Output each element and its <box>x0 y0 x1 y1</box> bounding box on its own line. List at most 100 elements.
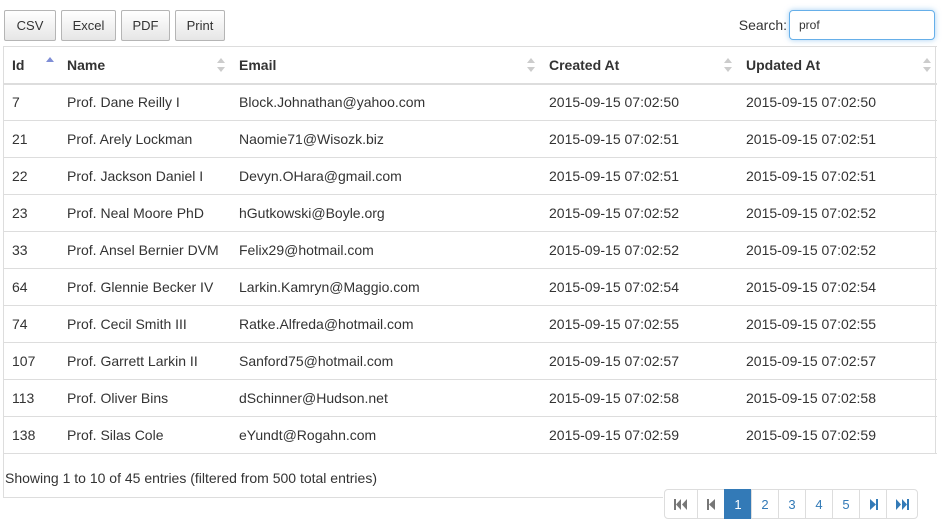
cell-email: dSchinner@Hudson.net <box>231 379 541 417</box>
cell-created-at: 2015-09-15 07:02:51 <box>541 157 738 195</box>
table-row: 113 Prof. Oliver Bins dSchinner@Hudson.net… <box>4 379 937 417</box>
cell-name: Prof. Arely Lockman <box>59 120 231 158</box>
table-row: 21 Prof. Arely Lockman Naomie71@Wisozk.biz… <box>4 120 937 158</box>
cell-created-at: 2015-09-15 07:02:50 <box>541 83 738 121</box>
sort-icon <box>217 57 225 72</box>
cell-email: Felix29@hotmail.com <box>231 231 541 269</box>
cell-email: Devyn.OHara@gmail.com <box>231 157 541 195</box>
cell-id: 138 <box>4 416 59 454</box>
column-header-created-at[interactable]: Created At <box>541 46 738 85</box>
cell-updated-at: 2015-09-15 07:02:50 <box>738 83 937 121</box>
cell-name: Prof. Cecil Smith III <box>59 305 231 343</box>
cell-updated-at: 2015-09-15 07:02:54 <box>738 268 937 306</box>
column-header-label: Email <box>239 56 277 73</box>
cell-email: Sanford75@hotmail.com <box>231 342 541 380</box>
cell-name: Prof. Garrett Larkin II <box>59 342 231 380</box>
cell-name: Prof. Glennie Becker IV <box>59 268 231 306</box>
sort-icon <box>527 57 535 72</box>
column-header-label: Name <box>67 56 106 73</box>
cell-updated-at: 2015-09-15 07:02:59 <box>738 416 937 454</box>
page-5-button[interactable]: 5 <box>832 489 860 519</box>
cell-id: 107 <box>4 342 59 380</box>
cell-name: Prof. Jackson Daniel I <box>59 157 231 195</box>
cell-created-at: 2015-09-15 07:02:51 <box>541 120 738 158</box>
csv-button[interactable]: CSV <box>4 10 56 41</box>
column-header-id[interactable]: Id <box>4 46 59 85</box>
cell-email: Block.Johnathan@yahoo.com <box>231 83 541 121</box>
cell-updated-at: 2015-09-15 07:02:52 <box>738 194 937 232</box>
table-row: 74 Prof. Cecil Smith III Ratke.Alfreda@hot… <box>4 305 937 343</box>
cell-created-at: 2015-09-15 07:02:52 <box>541 194 738 232</box>
search-box: Search: <box>739 10 935 40</box>
print-button[interactable]: Print <box>175 10 225 41</box>
column-header-label: Id <box>12 56 25 73</box>
first-page-button[interactable] <box>664 489 698 519</box>
cell-email: eYundt@Rogahn.com <box>231 416 541 454</box>
pagination: 1 2 3 4 5 <box>664 489 918 519</box>
page-3-button[interactable]: 3 <box>778 489 806 519</box>
search-input[interactable] <box>789 10 935 40</box>
first-page-icon <box>674 498 687 510</box>
cell-updated-at: 2015-09-15 07:02:51 <box>738 157 937 195</box>
data-table-container: Id Name Email Created At Updated At 7 Pro… <box>3 46 937 454</box>
cell-email: Ratke.Alfreda@hotmail.com <box>231 305 541 343</box>
previous-page-icon <box>706 498 715 510</box>
table-row: 33 Prof. Ansel Bernier DVM Felix29@hotmail… <box>4 231 937 269</box>
column-header-label: Updated At <box>746 56 821 73</box>
cell-created-at: 2015-09-15 07:02:54 <box>541 268 738 306</box>
column-header-updated-at[interactable]: Updated At <box>738 46 937 85</box>
cell-created-at: 2015-09-15 07:02:59 <box>541 416 738 454</box>
cell-updated-at: 2015-09-15 07:02:55 <box>738 305 937 343</box>
sort-icon <box>923 57 931 72</box>
table-row: 138 Prof. Silas Cole eYundt@Rogahn.com 2015… <box>4 416 937 454</box>
cell-id: 7 <box>4 83 59 121</box>
table-row: 23 Prof. Neal Moore PhD hGutkowski@Boyle.o… <box>4 194 937 232</box>
cell-updated-at: 2015-09-15 07:02:51 <box>738 120 937 158</box>
last-page-button[interactable] <box>886 489 918 519</box>
pdf-button[interactable]: PDF <box>121 10 170 41</box>
page-1-button[interactable]: 1 <box>724 489 752 519</box>
table-header-row: Id Name Email Created At Updated At <box>4 46 937 85</box>
cell-created-at: 2015-09-15 07:02:57 <box>541 342 738 380</box>
cell-id: 74 <box>4 305 59 343</box>
column-header-name[interactable]: Name <box>59 46 231 85</box>
table-info: Showing 1 to 10 of 45 entries (filtered … <box>3 453 663 498</box>
sort-ascending-icon <box>46 57 54 71</box>
cell-id: 23 <box>4 194 59 232</box>
page-4-button[interactable]: 4 <box>805 489 833 519</box>
cell-updated-at: 2015-09-15 07:02:52 <box>738 231 937 269</box>
cell-name: Prof. Oliver Bins <box>59 379 231 417</box>
cell-updated-at: 2015-09-15 07:02:58 <box>738 379 937 417</box>
cell-created-at: 2015-09-15 07:02:52 <box>541 231 738 269</box>
column-header-email[interactable]: Email <box>231 46 541 85</box>
sort-icon <box>724 57 732 72</box>
cell-name: Prof. Ansel Bernier DVM <box>59 231 231 269</box>
cell-email: Naomie71@Wisozk.biz <box>231 120 541 158</box>
next-page-icon <box>869 498 878 510</box>
cell-id: 64 <box>4 268 59 306</box>
cell-created-at: 2015-09-15 07:02:55 <box>541 305 738 343</box>
table-row: 64 Prof. Glennie Becker IV Larkin.Kamryn@M… <box>4 268 937 306</box>
export-toolbar: CSV Excel PDF Print <box>4 10 230 41</box>
excel-button[interactable]: Excel <box>61 10 116 41</box>
previous-page-button[interactable] <box>697 489 725 519</box>
data-table: Id Name Email Created At Updated At 7 Pro… <box>4 46 937 454</box>
cell-name: Prof. Dane Reilly I <box>59 83 231 121</box>
cell-created-at: 2015-09-15 07:02:58 <box>541 379 738 417</box>
cell-id: 21 <box>4 120 59 158</box>
cell-updated-at: 2015-09-15 07:02:57 <box>738 342 937 380</box>
next-page-button[interactable] <box>859 489 887 519</box>
cell-email: Larkin.Kamryn@Maggio.com <box>231 268 541 306</box>
table-body: 7 Prof. Dane Reilly I Block.Johnathan@yaho… <box>4 83 937 454</box>
table-row: 22 Prof. Jackson Daniel I Devyn.OHara@gmai… <box>4 157 937 195</box>
page-2-button[interactable]: 2 <box>751 489 779 519</box>
cell-id: 33 <box>4 231 59 269</box>
search-label: Search: <box>738 17 787 33</box>
last-page-icon <box>896 498 909 510</box>
cell-name: Prof. Neal Moore PhD <box>59 194 231 232</box>
cell-email: hGutkowski@Boyle.org <box>231 194 541 232</box>
column-header-label: Created At <box>549 56 620 73</box>
cell-id: 113 <box>4 379 59 417</box>
table-row: 107 Prof. Garrett Larkin II Sanford75@hotm… <box>4 342 937 380</box>
table-row: 7 Prof. Dane Reilly I Block.Johnathan@yaho… <box>4 83 937 121</box>
